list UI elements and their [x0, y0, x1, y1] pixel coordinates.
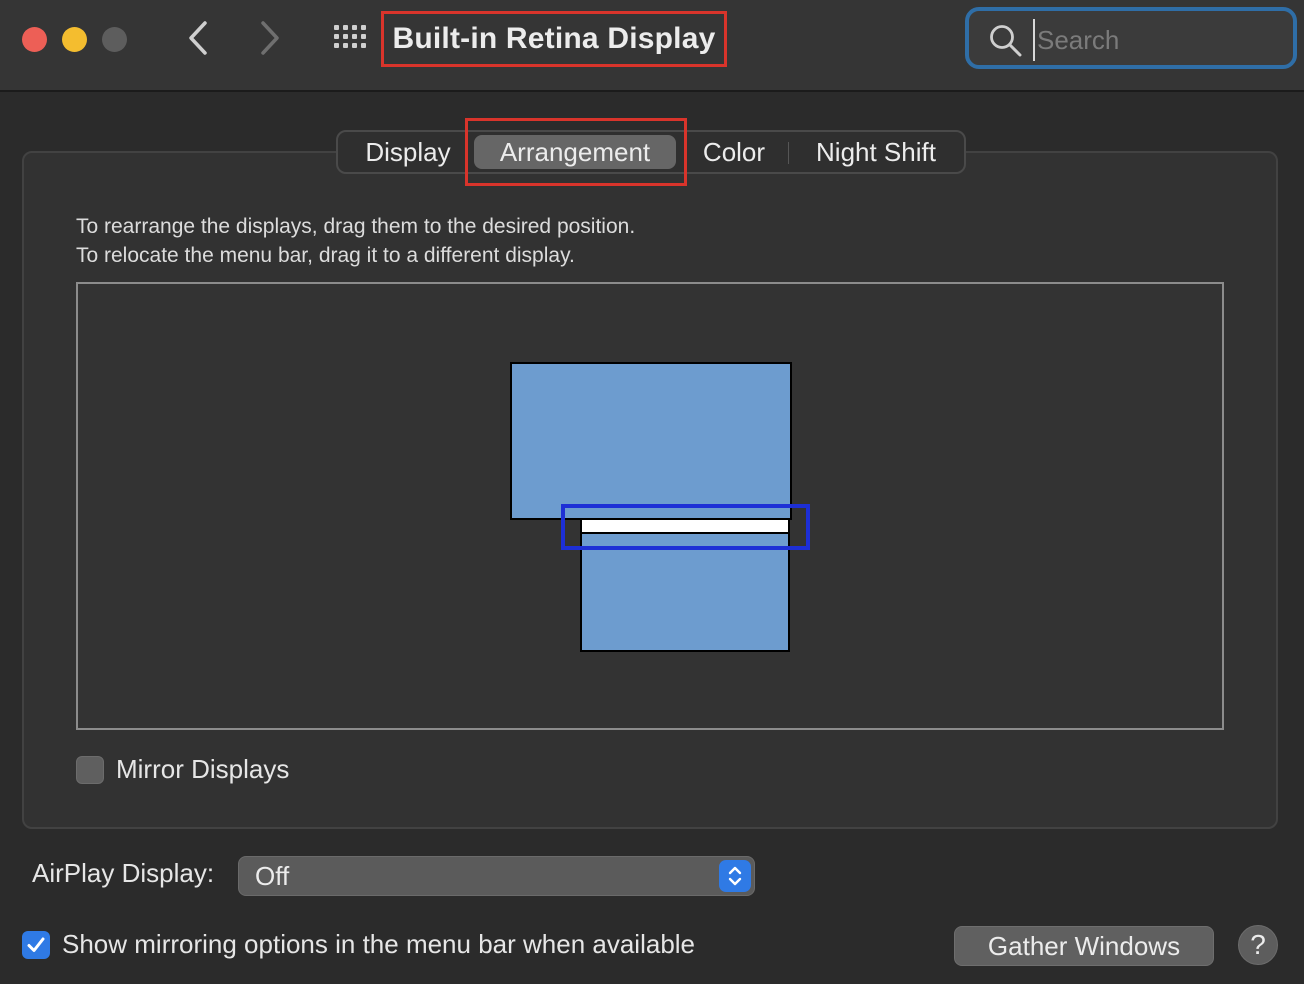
- search-field[interactable]: [965, 7, 1297, 69]
- tab-display[interactable]: Display: [348, 132, 468, 172]
- help-button[interactable]: ?: [1238, 925, 1278, 965]
- forward-button[interactable]: [250, 18, 290, 58]
- external-display-thumbnail[interactable]: [510, 362, 792, 520]
- chevron-left-icon: [189, 21, 207, 55]
- search-input[interactable]: [1033, 19, 1289, 61]
- show-all-button[interactable]: [332, 22, 372, 56]
- zoom-window-button[interactable]: [102, 27, 127, 52]
- back-button[interactable]: [178, 18, 218, 58]
- display-preferences-window: Built-in Retina Display Display Arrangem…: [0, 0, 1304, 984]
- grid-icon: [334, 25, 366, 48]
- mirror-displays-checkbox[interactable]: [76, 755, 104, 784]
- minimize-window-button[interactable]: [62, 27, 87, 52]
- checkmark-icon: [27, 937, 45, 952]
- gather-windows-button[interactable]: Gather Windows: [954, 926, 1214, 966]
- arrangement-tab-annotation: [465, 118, 687, 186]
- instruction-line-menu-bar: To relocate the menu bar, drag it to a d…: [76, 244, 575, 267]
- tab-color[interactable]: Color: [688, 132, 780, 172]
- mirror-displays-label: Mirror Displays: [116, 754, 290, 784]
- close-window-button[interactable]: [22, 27, 47, 52]
- search-icon: [990, 25, 1022, 57]
- tab-night-shift[interactable]: Night Shift: [796, 132, 956, 172]
- select-stepper[interactable]: [719, 860, 751, 892]
- menu-bar-annotation: [561, 504, 810, 550]
- arrangement-instructions: To rearrange the displays, drag them to …: [76, 212, 635, 270]
- airplay-display-label: AirPlay Display:: [32, 858, 215, 888]
- instruction-line-rearrange: To rearrange the displays, drag them to …: [76, 215, 636, 238]
- show-mirroring-option[interactable]: Show mirroring options in the menu bar w…: [22, 929, 695, 960]
- window-title: Built-in Retina Display: [381, 11, 727, 67]
- mirror-displays-option[interactable]: Mirror Displays: [76, 754, 289, 785]
- up-down-chevron-icon: [728, 866, 742, 886]
- chevron-right-icon: [261, 21, 279, 55]
- tab-separator: [788, 142, 789, 164]
- show-mirroring-label: Show mirroring options in the menu bar w…: [62, 929, 696, 959]
- airplay-display-select[interactable]: Off: [238, 856, 755, 896]
- show-mirroring-checkbox[interactable]: [22, 930, 50, 959]
- title-bar: Built-in Retina Display: [0, 0, 1304, 92]
- airplay-selected-value: Off: [255, 861, 290, 891]
